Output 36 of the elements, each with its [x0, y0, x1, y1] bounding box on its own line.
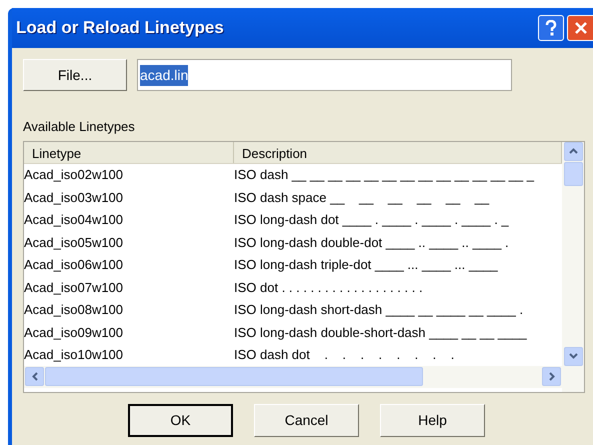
table-cell[interactable]: ISO long-dash double-dot ____ .. ____ .. ____ . [234, 232, 558, 252]
table-cell[interactable]: Acad_iso07w100 [24, 278, 234, 297]
scroll-thumb[interactable] [564, 162, 582, 186]
dialog-button[interactable]: Cancel [254, 404, 359, 436]
table-cell[interactable]: ISO long-dash double-short-dash ____ __ __ ____ [234, 322, 558, 342]
table-cell[interactable]: Acad_iso06w100 [24, 255, 234, 274]
table-cell[interactable]: ISO long-dash dot ____ . ____ . ____ . ____ . _ [234, 210, 558, 230]
table-cell[interactable]: ISO dash dot . . . . . . . . [234, 345, 558, 364]
scroll-left-icon[interactable] [25, 367, 44, 386]
list-label: Available Linetypes [23, 118, 136, 136]
table-cell[interactable]: Acad_iso10w100 [24, 345, 234, 364]
table-cell[interactable]: Acad_iso09w100 [24, 322, 234, 342]
table-cell[interactable]: ISO long-dash triple-dot ____ ... ____ ... ____ [234, 255, 558, 274]
close-icon[interactable] [567, 15, 593, 41]
scroll-right-icon[interactable] [542, 367, 561, 386]
table-cell[interactable]: ISO long-dash short-dash ____ __ ____ __ ____ . [234, 300, 558, 320]
scroll-up-icon[interactable] [564, 142, 582, 160]
column-header[interactable]: Linetype [24, 142, 234, 162]
table-cell[interactable]: Acad_iso02w100 [24, 165, 234, 184]
file-name-field[interactable]: acad.lin [137, 59, 512, 91]
scroll-down-icon[interactable] [564, 346, 582, 366]
file-button[interactable]: File... [23, 59, 127, 91]
scroll-thumb[interactable] [45, 367, 423, 386]
dialog-button[interactable]: OK [128, 404, 233, 436]
dialog-button[interactable]: Help [380, 404, 485, 436]
window-title: Load or Reload Linetypes [16, 17, 225, 40]
table-cell[interactable]: Acad_iso08w100 [24, 300, 234, 320]
table-cell[interactable]: ISO dot . . . . . . . . . . . . . . . . . . . . [234, 278, 558, 297]
table-cell[interactable]: Acad_iso04w100 [24, 210, 234, 230]
table-cell[interactable]: ISO dash space __ __ __ __ __ __ [234, 188, 558, 207]
vertical-scrollbar[interactable] [562, 142, 584, 392]
table-cell[interactable]: ISO dash __ __ __ __ __ __ __ __ __ __ __ __ __ _ [234, 165, 558, 184]
table-cell[interactable]: Acad_iso05w100 [24, 232, 234, 252]
horizontal-scrollbar[interactable] [24, 366, 562, 388]
help-icon[interactable] [538, 15, 564, 41]
table-cell[interactable]: Acad_iso03w100 [24, 188, 234, 207]
